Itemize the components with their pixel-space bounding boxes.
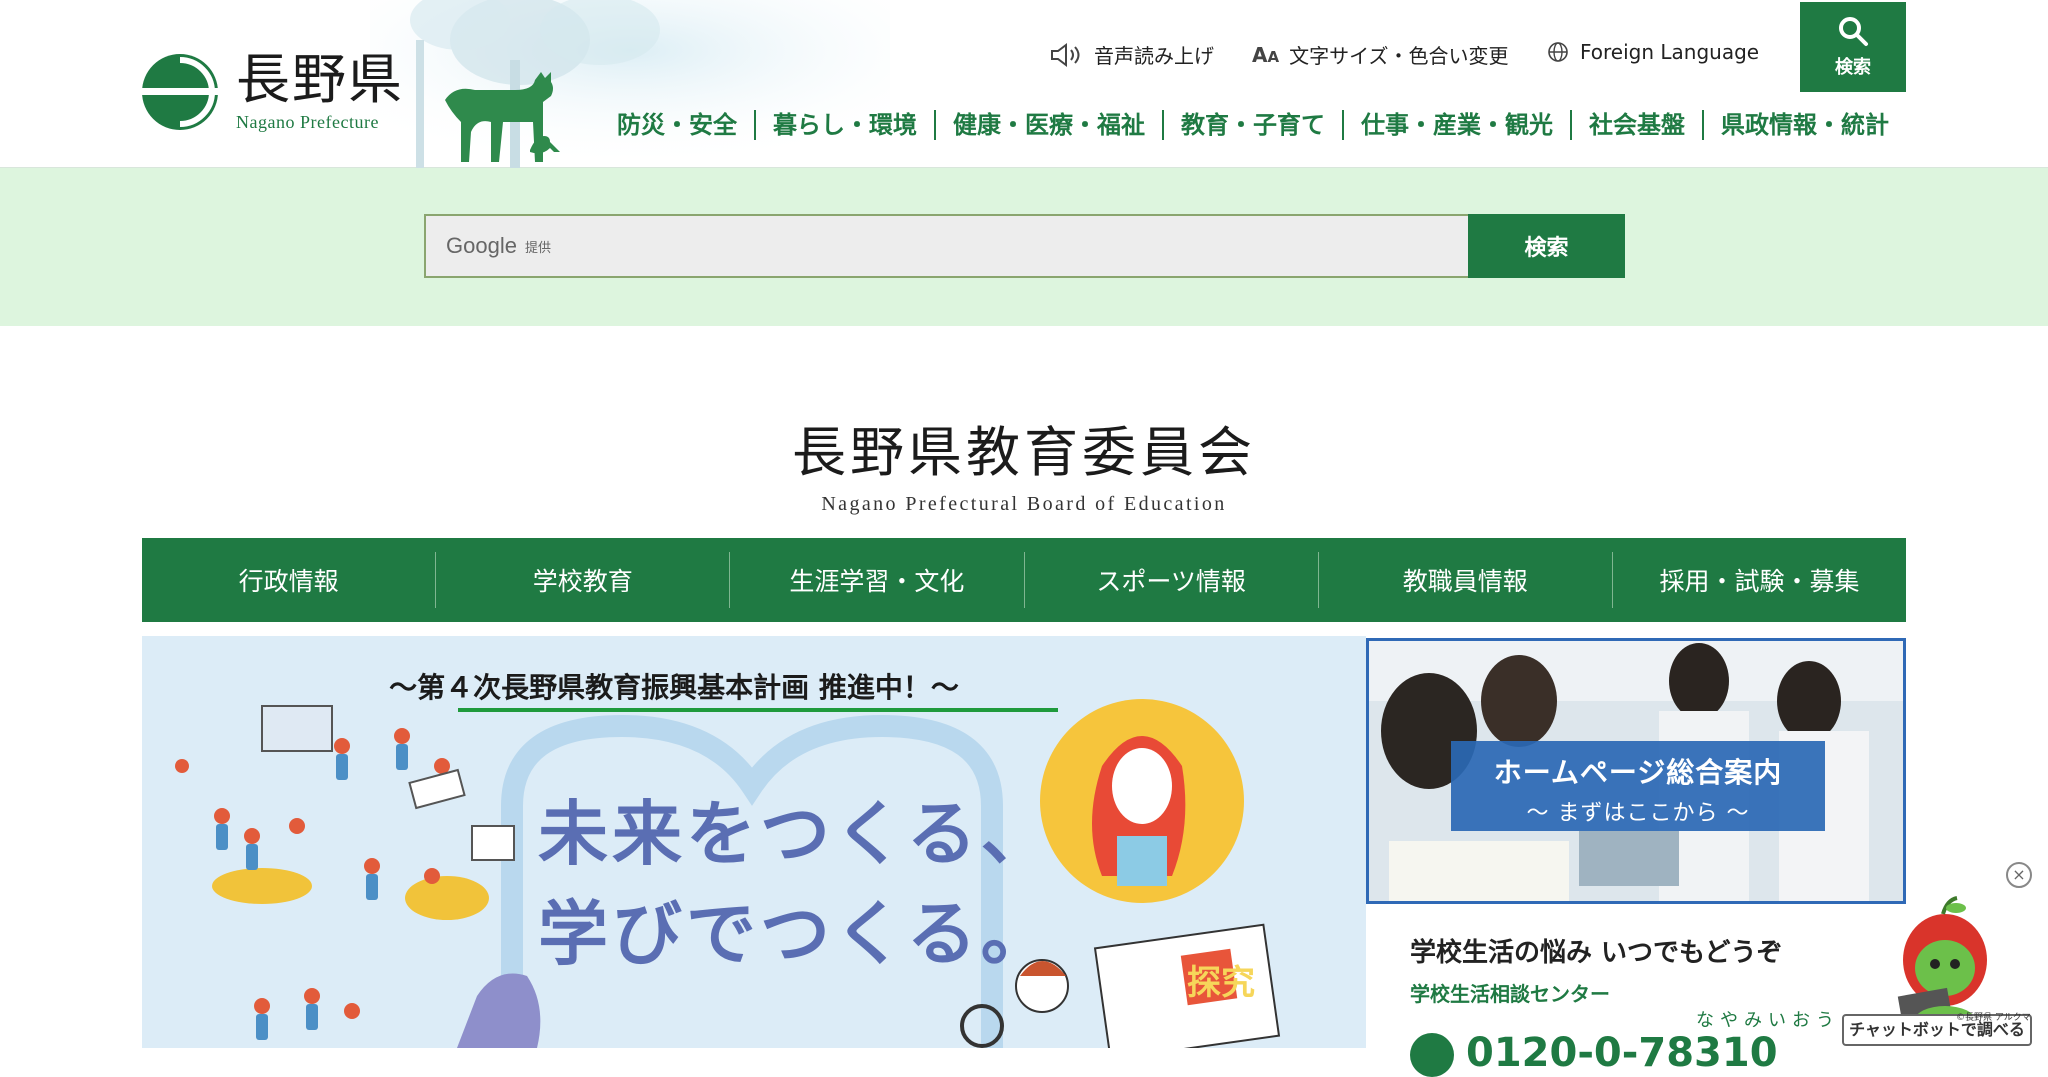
language-label: Foreign Language (1580, 40, 1760, 64)
speech-link[interactable]: 音声読み上げ (1050, 40, 1214, 69)
banner-slogan: 未来をつくる、 学びでつくる。 (538, 784, 1055, 984)
header-search-label: 検索 (1835, 57, 1871, 78)
speech-label: 音声読み上げ (1094, 44, 1214, 68)
google-provided-label: 提供 (524, 240, 551, 256)
board-nav-sports[interactable]: スポーツ情報 (1023, 552, 1318, 608)
search-input[interactable]: Google 提供 (424, 214, 1470, 278)
consult-kana: なやみいおう (1696, 1010, 1840, 1031)
speaker-icon (1051, 42, 1080, 67)
guide-subtitle: 〜 まずはここから 〜 (1526, 801, 1750, 826)
board-nav-school[interactable]: 学校教育 (435, 552, 729, 608)
board-title-en: Nagano Prefectural Board of Education (821, 493, 1227, 515)
board-title[interactable]: 長野県教育委員会 Nagano Prefectural Board of Edu… (0, 408, 2048, 516)
search-submit-button[interactable]: 検索 (1468, 214, 1625, 278)
nagano-emblem-icon (142, 53, 218, 130)
board-nav-admin[interactable]: 行政情報 (142, 552, 435, 608)
globe-icon (1548, 42, 1568, 62)
consultation-card[interactable]: 学校生活の悩み いつでもどうぞ 学校生活相談センター なやみいおう 0120-0… (1366, 906, 1906, 1077)
search-band: Google 提供 検索 (0, 168, 2048, 326)
google-brand: Google (446, 233, 517, 258)
guide-title: ホームページ総合案内 (1493, 756, 1783, 789)
board-nav-recruit[interactable]: 採用・試験・募集 (1611, 552, 1906, 608)
banner-headline-wrap: 〜第４次長野県教育振興基本計画 推進中！〜 (142, 666, 1366, 706)
gnav-item-safety[interactable]: 防災・安全 (600, 110, 754, 140)
global-nav: 防災・安全 暮らし・環境 健康・医療・福祉 教育・子育て 仕事・産業・観光 社会… (600, 110, 1906, 140)
gnav-item-work[interactable]: 仕事・産業・観光 (1342, 110, 1570, 140)
consult-center: 学校生活相談センター (1410, 982, 1610, 1006)
board-nav-staff[interactable]: 教職員情報 (1317, 552, 1612, 608)
consult-title: 学校生活の悩み いつでもどうぞ (1410, 938, 1783, 968)
gnav-item-infrastructure[interactable]: 社会基盤 (1570, 110, 1702, 140)
guide-label: ホームページ総合案内 〜 まずはここから 〜 (1451, 741, 1825, 831)
banner-underline (458, 708, 1058, 712)
logo-text-jp: 長野県 (236, 48, 404, 111)
board-nav: 行政情報 学校教育 生涯学習・文化 スポーツ情報 教職員情報 採用・試験・募集 (142, 538, 1906, 622)
banner-slogan-line1: 未来をつくる、 (538, 793, 1055, 875)
phone-icon (1410, 1033, 1454, 1077)
gnav-item-health[interactable]: 健康・医療・福祉 (934, 110, 1162, 140)
site-logo[interactable]: 長野県 Nagano Prefecture (140, 50, 404, 133)
font-size-icon: AA (1252, 42, 1280, 67)
consult-phone-number: 0120-0-78310 (1466, 1030, 1778, 1076)
chatbot-copyright: ©長野県 アルクマ (1956, 1013, 2031, 1023)
board-title-jp: 長野県教育委員会 (792, 421, 1256, 484)
header-tree-illustration (370, 0, 890, 168)
language-link[interactable]: Foreign Language (1546, 40, 1759, 64)
banner-slogan-line2: 学びでつくる。 (538, 893, 1055, 975)
search-icon (1839, 17, 1868, 46)
site-header: 長野県 Nagano Prefecture 音声読み上げ AA 文字サイズ・色合… (0, 0, 2048, 168)
text-size-label: 文字サイズ・色合い変更 (1289, 44, 1509, 68)
board-nav-lifelong[interactable]: 生涯学習・文化 (729, 552, 1023, 608)
chatbot-close-button[interactable]: × (2006, 862, 2032, 888)
banner-headline: 〜第４次長野県教育振興基本計画 推進中！〜 (389, 671, 959, 704)
header-search-button[interactable]: 検索 (1800, 2, 1906, 92)
logo-text-en: Nagano Prefecture (236, 112, 379, 132)
text-size-link[interactable]: AA 文字サイズ・色合い変更 (1252, 40, 1509, 69)
gnav-item-living[interactable]: 暮らし・環境 (754, 110, 934, 140)
main-banner[interactable]: 探究 〜第４次長野県教育振興基本計画 推進中！〜 未来をつくる、 学びでつくる。 (142, 636, 1366, 1048)
gnav-item-government[interactable]: 県政情報・統計 (1702, 110, 1906, 140)
consult-phone: 0120-0-78310 (1410, 1030, 1778, 1077)
homepage-guide-card[interactable]: ホームページ総合案内 〜 まずはここから 〜 (1366, 638, 1906, 904)
gnav-item-education[interactable]: 教育・子育て (1162, 110, 1342, 140)
banner-tankyu-text: 探究 (1187, 963, 1255, 1003)
